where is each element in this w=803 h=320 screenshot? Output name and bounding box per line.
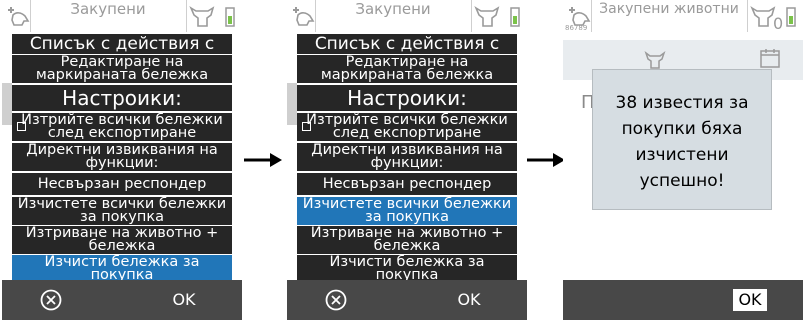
add-animal-icon[interactable] [290, 2, 316, 28]
menu-item-unbound-responder[interactable]: Несвързан респондер [12, 173, 232, 195]
arrow-right-icon [527, 153, 565, 167]
menu-settings-heading: Настроики: [297, 85, 517, 111]
tab-separator [471, 0, 472, 32]
menu-item-clear-purchase-notes[interactable]: Изчистете всички бележки за покупка [297, 197, 517, 225]
tab-purchased[interactable]: Закупени [315, 0, 471, 32]
checkbox[interactable] [302, 122, 311, 131]
bottom-bar: OK [563, 280, 803, 320]
menu-settings-heading: Настроики: [12, 85, 232, 111]
menu-item-label: Изтрийте всички бележки след експортиран… [21, 113, 223, 141]
background-panel [2, 83, 12, 125]
success-dialog: 38 известия за покупки бяха изчистени ус… [592, 69, 772, 210]
ok-button[interactable]: OK [733, 289, 767, 311]
screen-1: Закупени Списък с действия с ОК: Редакти… [2, 0, 242, 320]
bottom-bar: OK [287, 280, 527, 320]
menu-item-label: Изтрийте всички бележки след експортиран… [306, 113, 508, 141]
counter-value: 0 [773, 14, 784, 33]
cow-battery-icon[interactable] [473, 2, 523, 32]
menu-item-delete-all-after-export[interactable]: Изтрийте всички бележки след експортиран… [12, 113, 232, 141]
menu-item-delete-animal-note[interactable]: Изтриване на животно + бележка [297, 226, 517, 254]
screen-2: Закупени Списък с действия с ОК: Редакти… [287, 0, 527, 320]
checkbox[interactable] [17, 122, 26, 131]
menu-title: Списък с действия с ОК: [12, 34, 232, 54]
arrow-right-icon [244, 153, 282, 167]
menu-item-delete-all-after-export[interactable]: Изтрийте всички бележки след експортиран… [297, 113, 517, 141]
menu-item-edit-note[interactable]: Редактиране на маркираната бележка [12, 55, 232, 83]
app-header: 86789 Закупени животни 0 [563, 0, 803, 33]
menu-item-delete-animal-note[interactable]: Изтриване на животно + бележка [12, 226, 232, 254]
cancel-icon[interactable] [325, 289, 347, 311]
tab-purchased[interactable]: Закупени [30, 0, 186, 32]
tab-separator [186, 0, 187, 32]
menu-item-clear-purchase-note[interactable]: Изчисти бележка за покупка [12, 255, 232, 280]
app-header: Закупени [2, 0, 242, 32]
tab-counter: 86789 [565, 24, 588, 32]
tab-separator [747, 0, 748, 32]
menu-item-edit-note[interactable]: Редактиране на маркираната бележка [297, 55, 517, 83]
background-panel [287, 83, 297, 125]
screen-3: 86789 Закупени животни 0 П 38 известия з… [563, 0, 803, 320]
menu-item-unbound-responder[interactable]: Несвързан респондер [297, 173, 517, 195]
menu-title: Списък с действия с ОК: [297, 34, 517, 54]
bottom-bar: OK [2, 280, 242, 320]
add-animal-icon[interactable] [5, 2, 31, 28]
app-header: Закупени [287, 0, 527, 32]
menu-item-clear-purchase-notes[interactable]: Изчистете всички бележки за покупка [12, 197, 232, 225]
menu-direct-calls-heading: Директни извиквания на функции: [12, 143, 232, 171]
menu-direct-calls-heading: Директни извиквания на функции: [297, 143, 517, 171]
cancel-icon[interactable] [40, 289, 62, 311]
ok-button[interactable]: OK [159, 288, 209, 312]
ok-button[interactable]: OK [444, 288, 494, 312]
tab-purchased-animals[interactable]: Закупени животни [591, 0, 747, 32]
menu-item-clear-purchase-note[interactable]: Изчисти бележка за покупка [297, 255, 517, 280]
cow-battery-icon[interactable] [188, 2, 238, 32]
